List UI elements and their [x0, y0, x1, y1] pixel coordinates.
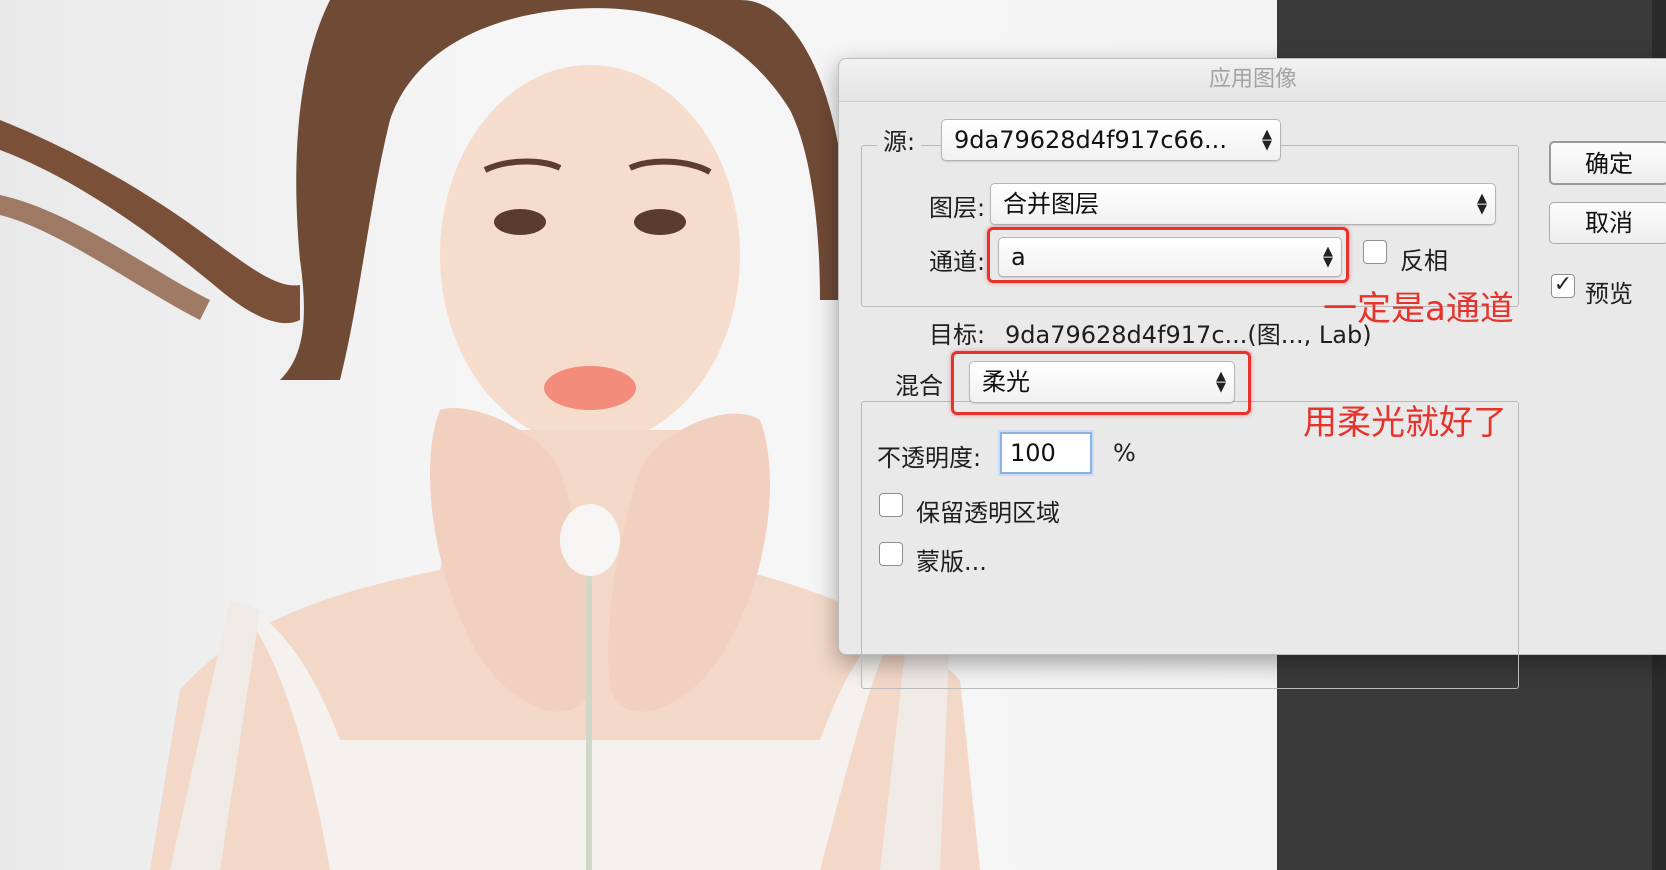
- layer-value: 合并图层: [1003, 190, 1099, 218]
- apply-image-dialog: 应用图像 源: 9da79628d4f917c66... ▲ ▼ 图层: 合并图层…: [838, 58, 1666, 689]
- target-label: 目标:: [929, 321, 986, 349]
- updown-chevron-icon: ▲ ▼: [1477, 191, 1487, 217]
- source-value: 9da79628d4f917c66...: [954, 126, 1227, 154]
- layer-select[interactable]: 合并图层 ▲ ▼: [990, 183, 1496, 225]
- invert-checkbox[interactable]: [1363, 240, 1387, 264]
- preserve-transparency-label: 保留透明区域: [916, 499, 1060, 527]
- opacity-input[interactable]: 100: [1000, 432, 1092, 474]
- invert-label: 反相: [1400, 247, 1448, 275]
- blending-annotation: 用柔光就好了: [1303, 403, 1507, 443]
- channel-highlight-box: [987, 227, 1349, 283]
- ok-button[interactable]: 确定: [1549, 141, 1666, 185]
- preview-label: 预览: [1585, 280, 1633, 308]
- opacity-value: 100: [1010, 439, 1056, 467]
- dialog-title: 应用图像: [1208, 67, 1297, 92]
- cancel-button[interactable]: 取消: [1549, 202, 1666, 244]
- dialog-titlebar[interactable]: 应用图像: [839, 59, 1666, 102]
- preview-checkbox[interactable]: ✓: [1551, 274, 1575, 298]
- opacity-unit: %: [1113, 439, 1136, 467]
- blending-highlight-box: [951, 351, 1251, 415]
- source-label: 源:: [877, 122, 922, 157]
- updown-chevron-icon: ▲ ▼: [1262, 127, 1272, 153]
- mask-label: 蒙版...: [916, 548, 987, 576]
- blending-label: 混合: [891, 366, 947, 401]
- mask-checkbox[interactable]: [879, 542, 903, 566]
- source-select[interactable]: 9da79628d4f917c66... ▲ ▼: [941, 119, 1281, 161]
- preserve-transparency-checkbox[interactable]: [879, 493, 903, 517]
- channel-label: 通道:: [929, 248, 986, 276]
- target-value: 9da79628d4f917c...(图..., Lab): [1005, 321, 1372, 349]
- layer-label: 图层:: [929, 194, 986, 222]
- opacity-label: 不透明度:: [877, 444, 982, 472]
- checkmark-icon: ✓: [1553, 272, 1573, 297]
